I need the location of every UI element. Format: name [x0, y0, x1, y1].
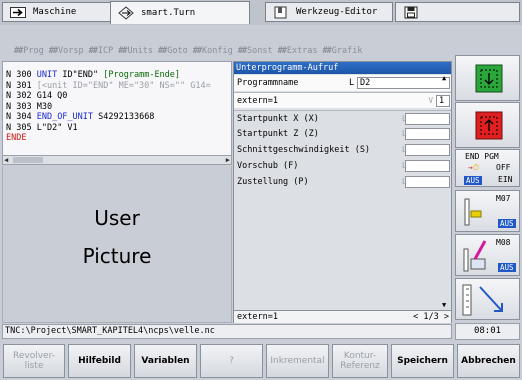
- tab-werkzeug-editor[interactable]: Werkzeug-Editor: [265, 2, 393, 22]
- scroll-left-icon[interactable]: ◀: [4, 156, 8, 164]
- save-icon: [402, 6, 420, 18]
- m07-softkey[interactable]: M07 AUS: [455, 190, 520, 232]
- extern-row: extern=1 V 1: [234, 92, 451, 108]
- grid-icon: ##: [48, 45, 58, 56]
- program-name-row: Programmname L D2: [234, 75, 451, 91]
- scroll-up-icon[interactable]: ▲: [442, 74, 446, 82]
- tab-maschine[interactable]: Maschine: [2, 2, 122, 22]
- field-row: Schnittgeschwindigkeit (S) LC: [234, 142, 451, 158]
- tab-label: smart.Turn: [141, 8, 196, 18]
- program-horizontal-scrollbar[interactable]: ◀ ▶: [2, 155, 232, 165]
- green-start-icon: [475, 64, 503, 93]
- program-line[interactable]: N 305 L"D2" V1: [6, 123, 78, 134]
- aus-badge: AUS: [498, 219, 516, 228]
- tab-save[interactable]: [395, 2, 520, 22]
- m08-label: M08: [496, 238, 511, 247]
- arrow-right-icon: [9, 6, 27, 18]
- menu-konfig[interactable]: ## Konfig: [193, 46, 233, 56]
- scrollbar-thumb[interactable]: [13, 157, 43, 163]
- variablen-softkey[interactable]: Variablen: [134, 344, 197, 378]
- grid-icon: ##: [277, 45, 287, 56]
- dialog-title: Unterprogramm-Aufruf: [234, 62, 451, 74]
- program-line[interactable]: N 302 G14 Q0: [6, 91, 67, 102]
- menu-grafik[interactable]: ## Grafik: [323, 46, 363, 56]
- tab-label: Maschine: [33, 7, 77, 17]
- kontur-referenz-softkey[interactable]: Kontur- Referenz: [332, 344, 388, 378]
- file-path: TNC:\Project\SMART_KAPITEL4\ncps\velle.n…: [2, 324, 452, 339]
- menu-sonst[interactable]: ## Sonst: [238, 46, 273, 56]
- aus-badge: AUS: [498, 263, 516, 272]
- diagonal-arrow-icon: [462, 284, 503, 316]
- grid-icon: ##: [237, 45, 247, 56]
- field-row: Zustellung (P) LE: [234, 174, 451, 190]
- program-line[interactable]: N 300 UNIT ID"END" [Programm-Ende]: [6, 70, 180, 81]
- end-pgm-label: END PGM: [465, 152, 499, 161]
- grid-icon: ##: [192, 45, 202, 56]
- user-picture-line2: Picture: [82, 244, 152, 268]
- coolant-icon: [464, 198, 482, 226]
- grid-icon: ##: [118, 45, 127, 56]
- program-end-label: ENDE: [6, 133, 27, 143]
- field-row: Vorschub (F) LD: [234, 158, 451, 174]
- menu-bar: ## Prog ## Vorsp ## ICP ## Units ## Goto ## Ko…: [0, 41, 456, 60]
- tool-editor-icon: [272, 6, 290, 18]
- grid-icon: ##: [158, 45, 167, 56]
- abbrechen-softkey[interactable]: Abbrechen: [457, 344, 520, 378]
- program-line[interactable]: N 301 [<unit ID="END" ME="30" NS="" G14=: [6, 81, 211, 92]
- program-line[interactable]: N 303 M30: [6, 102, 52, 113]
- tab-smart-turn[interactable]: smart.Turn: [110, 1, 250, 24]
- grid-icon: ##: [88, 45, 98, 56]
- diamond-arrows-icon: [117, 6, 135, 20]
- tab-label: Werkzeug-Editor: [296, 7, 378, 17]
- dialog-scrollbar[interactable]: ▲ ▼: [442, 74, 450, 309]
- grid-icon: ##: [14, 45, 23, 56]
- dialog-footer: extern=1 < 1/3 >: [234, 310, 451, 323]
- tool-position-softkey[interactable]: [455, 278, 520, 320]
- red-stop-icon: [475, 111, 503, 140]
- tab-bar: Maschine smart.Turn Werkzeug-Editor: [0, 0, 522, 25]
- end-pgm-softkey[interactable]: END PGM →⏱ OFF AUS EIN: [455, 149, 520, 187]
- menu-icp[interactable]: ## ICP: [89, 46, 114, 56]
- menu-units[interactable]: ## Units: [118, 46, 153, 56]
- off-label: OFF: [496, 163, 511, 172]
- subprogram-call-dialog: Unterprogramm-Aufruf Programmname L D2 e…: [233, 61, 452, 323]
- speichern-softkey[interactable]: Speichern: [391, 344, 454, 378]
- aus-badge: AUS: [464, 176, 482, 185]
- coolant-pen-icon: [463, 240, 487, 272]
- hilfebild-softkey[interactable]: Hilfebild: [68, 344, 131, 378]
- revolverliste-softkey[interactable]: Revolver- liste: [3, 344, 65, 378]
- page-prev-icon[interactable]: <: [413, 312, 418, 322]
- question-softkey[interactable]: ?: [200, 344, 263, 378]
- m07-label: M07: [496, 194, 511, 203]
- cycle-start-softkey[interactable]: [455, 55, 520, 101]
- ein-label: EIN: [498, 175, 513, 184]
- program-listing[interactable]: N 300 UNIT ID"END" [Programm-Ende] N 301…: [2, 61, 232, 164]
- m08-softkey[interactable]: M08 AUS: [455, 234, 520, 276]
- clock: 08:01: [455, 323, 520, 340]
- scroll-down-icon[interactable]: ▼: [442, 301, 446, 309]
- menu-prog[interactable]: ## Prog: [14, 46, 44, 56]
- grid-icon: ##: [322, 45, 332, 56]
- arrow-clock-icon: →⏱: [468, 163, 480, 172]
- page-indicator[interactable]: < 1/3 >: [413, 311, 449, 323]
- user-picture: User Picture: [2, 166, 232, 323]
- page-next-icon[interactable]: >: [444, 312, 449, 322]
- menu-goto[interactable]: ## Goto: [158, 46, 188, 56]
- cycle-stop-softkey[interactable]: [455, 102, 520, 148]
- scroll-right-icon[interactable]: ▶: [226, 156, 230, 164]
- user-picture-line1: User: [94, 206, 140, 230]
- menu-extras[interactable]: ## Extras: [278, 46, 318, 56]
- field-row: Startpunkt X (X) LA: [234, 110, 451, 126]
- program-line[interactable]: N 304 END_OF_UNIT S4292133668: [6, 112, 154, 123]
- inkremental-softkey[interactable]: Inkremental: [266, 344, 329, 378]
- field-row: Startpunkt Z (Z) LB: [234, 126, 451, 142]
- program-name-field[interactable]: D2: [357, 77, 450, 89]
- menu-vorsp[interactable]: ## Vorsp: [49, 46, 84, 56]
